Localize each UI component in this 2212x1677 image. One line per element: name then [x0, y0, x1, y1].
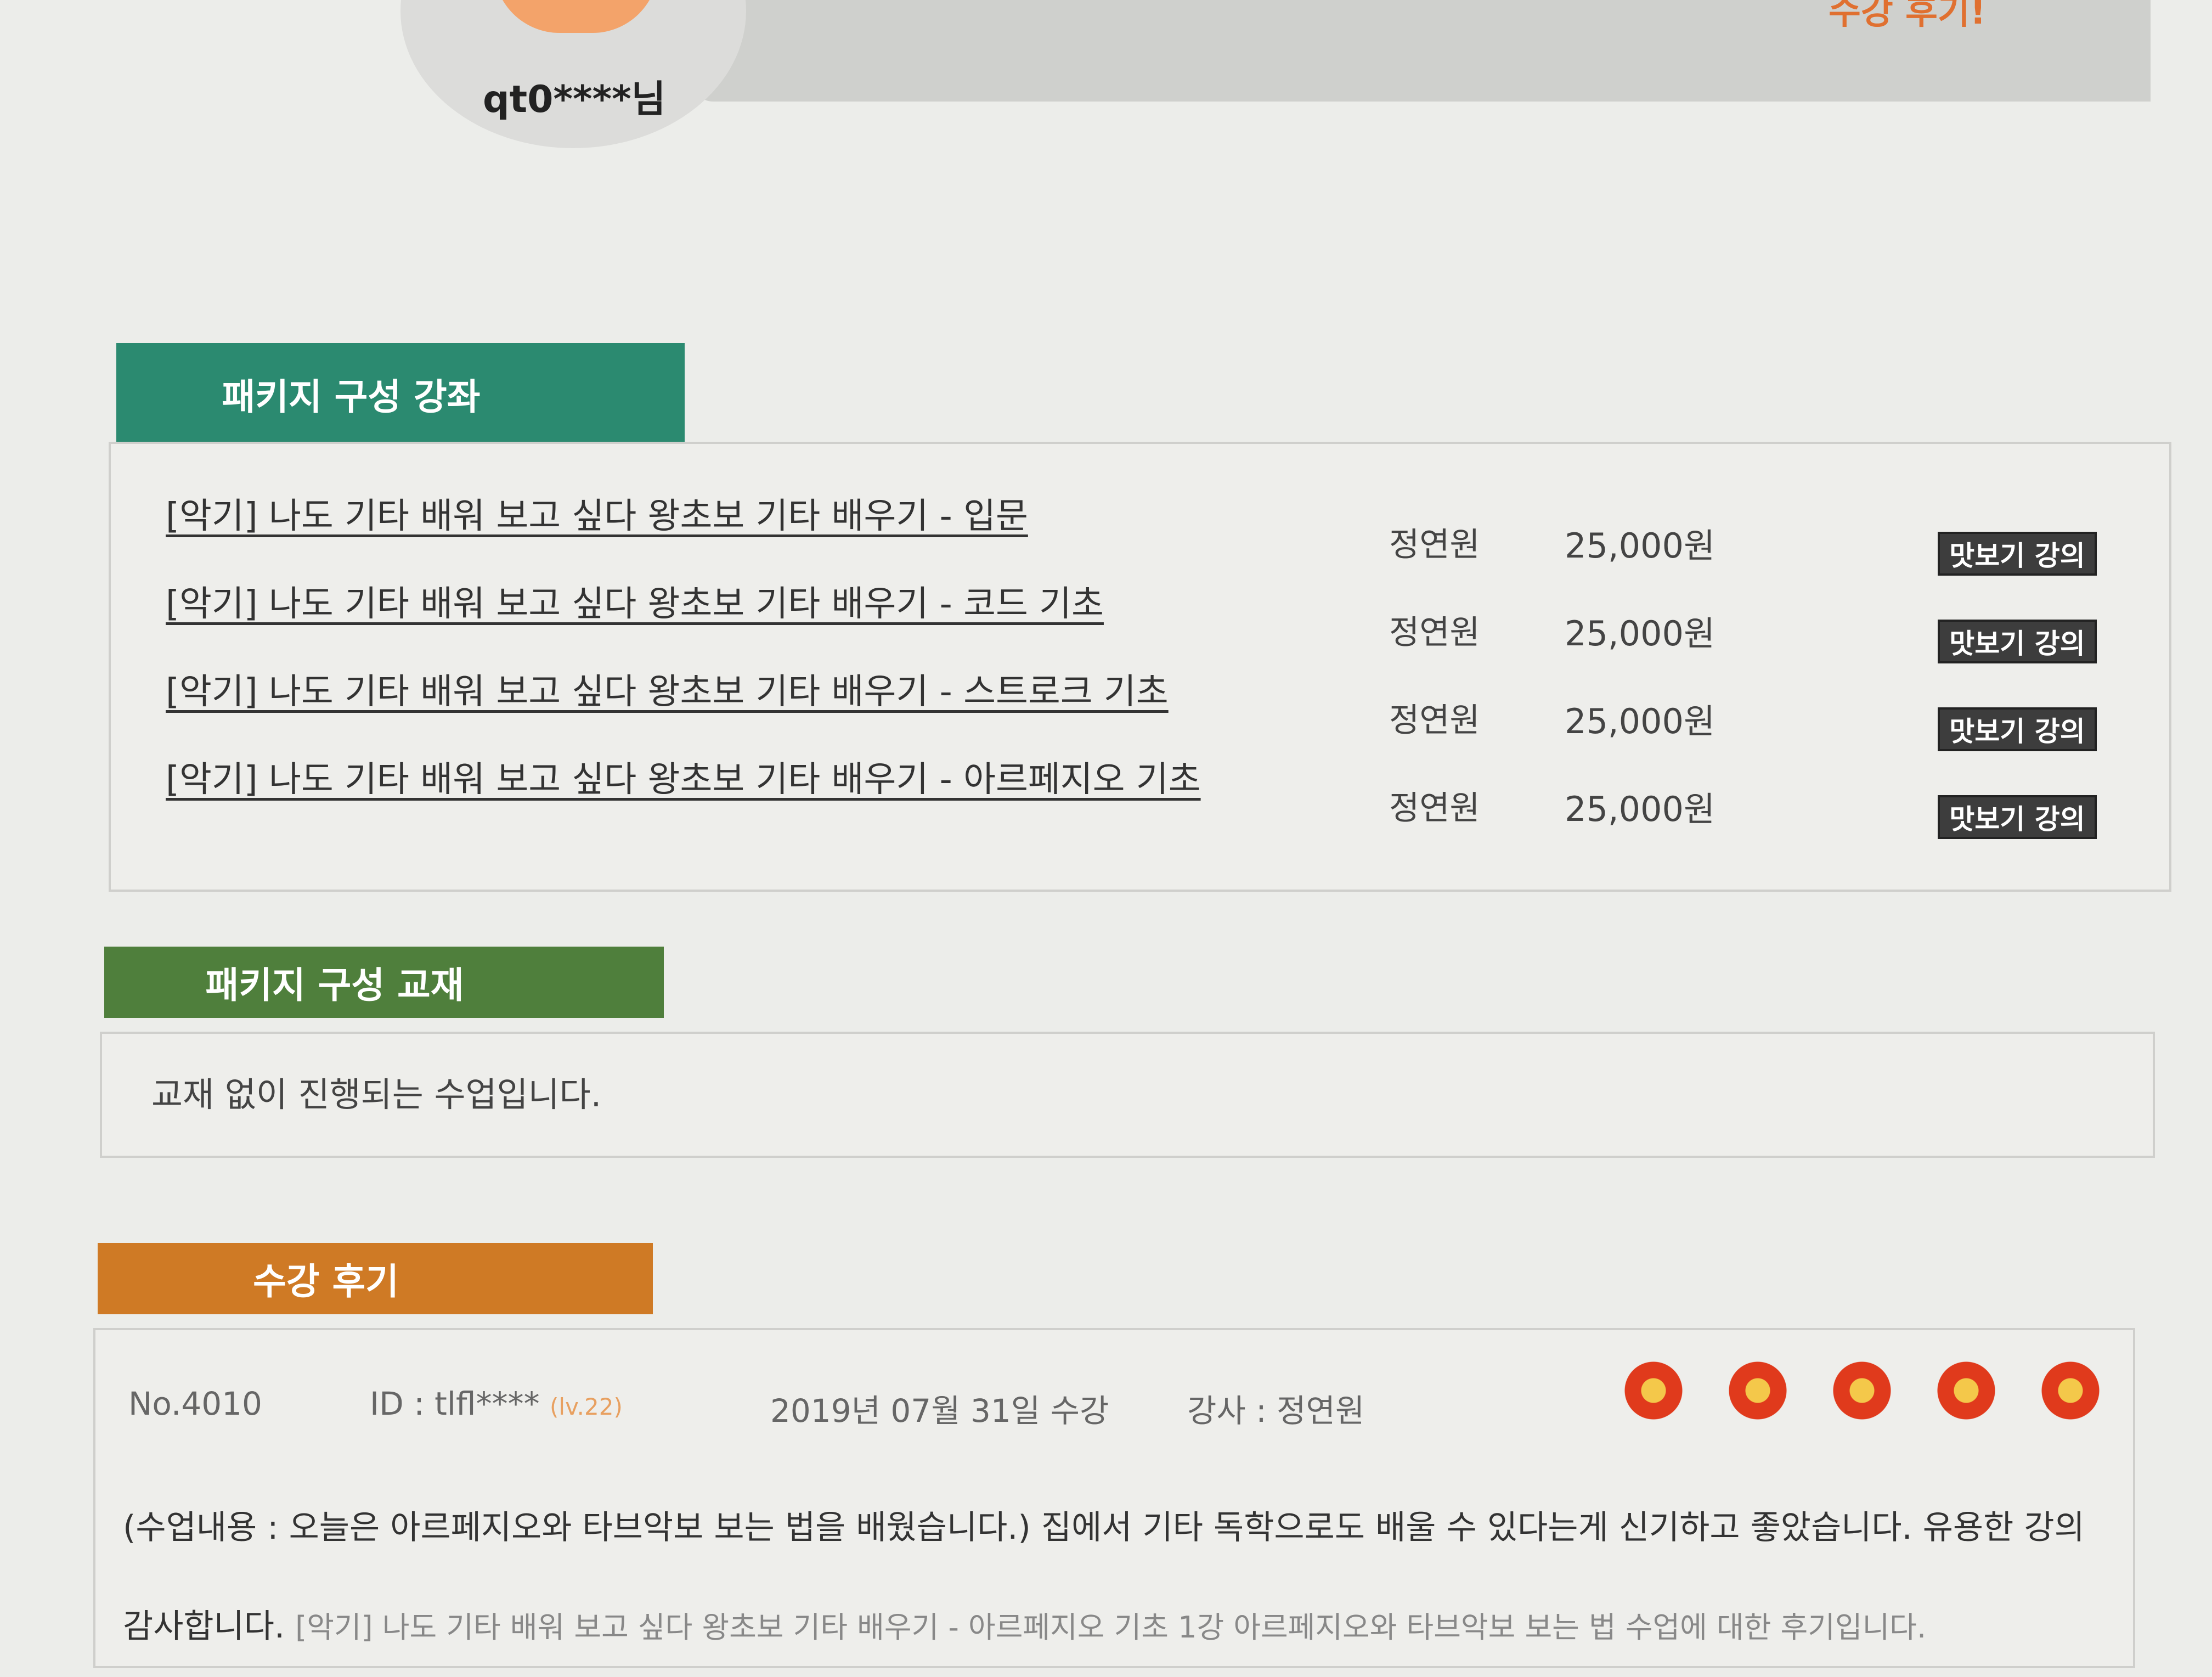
- preview-lecture-button[interactable]: 맛보기 강의: [1938, 532, 2097, 576]
- review-user-level: (lv.22): [550, 1393, 623, 1420]
- course-price: 25,000원: [1565, 526, 1715, 566]
- courses-list: [악기] 나도 기타 배워 보고 싶다 왕초보 기타 배우기 - 입문 정연원 …: [109, 442, 2171, 892]
- top-banner: 수강 후기!: [691, 0, 2151, 102]
- review-body: (수업내용 : 오늘은 아르페지오와 타브악보 보는 법을 배웠습니다.) 집에…: [123, 1478, 2109, 1677]
- rating-flower-icon: [1621, 1358, 1686, 1423]
- review-rating: [1621, 1358, 2103, 1423]
- rating-flower-icon: [2038, 1358, 2103, 1423]
- no-books-message: 교재 없이 진행되는 수업입니다.: [151, 1074, 602, 1115]
- course-price: 25,000원: [1565, 701, 1715, 741]
- preview-lecture-button[interactable]: 맛보기 강의: [1938, 707, 2097, 751]
- preview-lecture-button[interactable]: 맛보기 강의: [1938, 795, 2097, 839]
- books-section-header: 패키지 구성 교재: [104, 947, 664, 1018]
- course-row: [악기] 나도 기타 배워 보고 싶다 왕초보 기타 배우기 - 코드 기초 정…: [111, 576, 2169, 663]
- course-title-link[interactable]: [악기] 나도 기타 배워 보고 싶다 왕초보 기타 배우기 - 아르페지오 기…: [166, 751, 1201, 802]
- banner-text: 수강 후기!: [1829, 0, 1986, 32]
- courses-section-header: 패키지 구성 강좌: [116, 343, 685, 444]
- course-teacher: 정연원: [1389, 701, 1480, 740]
- review-date: 2019년 07월 31일 수강: [770, 1392, 1109, 1430]
- rating-flower-icon: [1829, 1358, 1895, 1423]
- course-row: [악기] 나도 기타 배워 보고 싶다 왕초보 기타 배우기 - 입문 정연원 …: [111, 488, 2169, 576]
- course-price: 25,000원: [1565, 789, 1715, 829]
- rating-flower-icon: [1725, 1358, 1791, 1423]
- review-teacher: 강사 : 정연원: [1187, 1392, 1365, 1430]
- review-number: No.4010: [128, 1385, 262, 1422]
- books-box: 교재 없이 진행되는 수업입니다.: [100, 1032, 2155, 1158]
- course-title-link[interactable]: [악기] 나도 기타 배워 보고 싶다 왕초보 기타 배우기 - 코드 기초: [166, 576, 1104, 626]
- course-title-link[interactable]: [악기] 나도 기타 배워 보고 싶다 왕초보 기타 배우기 - 입문: [166, 488, 1028, 538]
- reviews-section-header: 수강 후기: [98, 1243, 653, 1314]
- course-teacher: 정연원: [1389, 614, 1480, 652]
- course-teacher: 정연원: [1389, 789, 1480, 828]
- course-teacher: 정연원: [1389, 526, 1480, 564]
- course-title-link[interactable]: [악기] 나도 기타 배워 보고 싶다 왕초보 기타 배우기 - 스트로크 기초: [166, 663, 1169, 714]
- review-course-ref: [악기] 나도 기타 배워 보고 싶다 왕초보 기타 배우기 - 아르페지오 기…: [295, 1610, 1927, 1645]
- review-item: No.4010 ID : tlfl**** (lv.22) 2019년 07월 …: [93, 1328, 2135, 1668]
- profile-username: qt0****님: [483, 78, 666, 121]
- course-price: 25,000원: [1565, 614, 1715, 654]
- review-user: ID : tlfl**** (lv.22): [370, 1385, 623, 1422]
- rating-flower-icon: [1933, 1358, 1999, 1423]
- preview-lecture-button[interactable]: 맛보기 강의: [1938, 620, 2097, 663]
- review-user-id: ID : tlfl****: [370, 1385, 540, 1422]
- course-row: [악기] 나도 기타 배워 보고 싶다 왕초보 기타 배우기 - 스트로크 기초…: [111, 663, 2169, 751]
- course-row: [악기] 나도 기타 배워 보고 싶다 왕초보 기타 배우기 - 아르페지오 기…: [111, 751, 2169, 839]
